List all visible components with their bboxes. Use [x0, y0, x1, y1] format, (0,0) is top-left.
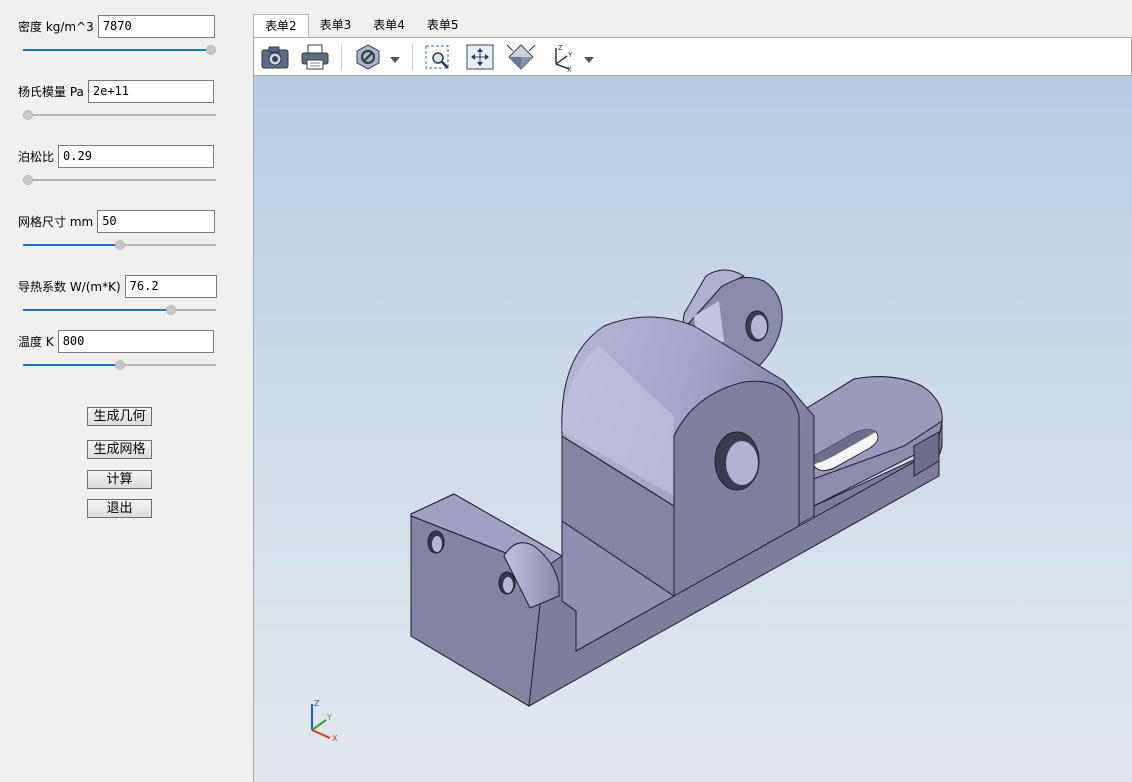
fit-all-icon[interactable] — [464, 42, 496, 72]
mesh-size-input[interactable]: 50 — [97, 210, 216, 233]
exit-button[interactable]: 退出 — [87, 499, 152, 518]
thermal-conductivity-row: 导热系数 W/(m*K) 76.2 — [18, 275, 217, 298]
mesh-size-slider[interactable] — [23, 239, 216, 251]
slider-handle[interactable] — [115, 360, 125, 370]
youngs-modulus-label: 杨氏模量 Pa — [18, 85, 84, 99]
slider-handle[interactable] — [206, 45, 216, 55]
tab-form3[interactable]: 表单3 — [309, 14, 363, 37]
density-row: 密度 kg/m^3 7870 — [18, 15, 215, 38]
thermal-conductivity-slider[interactable] — [23, 304, 216, 316]
triad-z-label: Z — [314, 699, 320, 708]
view-iso-icon[interactable] — [505, 42, 537, 72]
slider-handle[interactable] — [23, 110, 33, 120]
zoom-box-icon[interactable] — [422, 42, 454, 72]
slider-fill — [23, 309, 171, 311]
slider-fill — [23, 244, 120, 246]
thermal-conductivity-label: 导热系数 W/(m*K) — [18, 280, 121, 294]
chevron-down-icon[interactable] — [584, 53, 594, 63]
axis-triad-icon: Z Y X — [311, 699, 338, 743]
tab-bar: 表单2 表单3 表单4 表单5 — [253, 14, 1132, 38]
generate-geometry-button[interactable]: 生成几何 — [87, 407, 152, 426]
density-input[interactable]: 7870 — [97, 15, 215, 38]
app-window: 密度 kg/m^3 7870 杨氏模量 Pa 2e+11 泊松比 0.29 网格… — [0, 0, 1132, 782]
tab-form2[interactable]: 表单2 — [253, 14, 309, 38]
density-label: 密度 kg/m^3 — [18, 20, 94, 34]
parameter-panel: 密度 kg/m^3 7870 杨氏模量 Pa 2e+11 泊松比 0.29 网格… — [0, 0, 253, 782]
svg-text:X: X — [567, 66, 572, 72]
slider-fill — [23, 364, 120, 366]
svg-text:Z: Z — [558, 44, 563, 52]
print-icon[interactable] — [299, 42, 331, 72]
slider-handle[interactable] — [115, 240, 125, 250]
triad-x-label: X — [332, 734, 338, 743]
youngs-modulus-slider[interactable] — [23, 109, 216, 121]
tab-form4[interactable]: 表单4 — [362, 14, 416, 37]
thermal-conductivity-input[interactable]: 76.2 — [124, 275, 217, 298]
3d-viewport[interactable]: Z Y X — [253, 76, 1132, 782]
temperature-row: 温度 K 800 — [18, 330, 214, 353]
axes-orientation-icon[interactable]: Z Y X — [547, 42, 579, 74]
svg-text:Y: Y — [567, 51, 573, 59]
temperature-input[interactable]: 800 — [57, 330, 214, 353]
model-render — [410, 269, 943, 707]
poisson-ratio-row: 泊松比 0.29 — [18, 145, 215, 168]
youngs-modulus-row: 杨氏模量 Pa 2e+11 — [18, 80, 214, 103]
temperature-slider[interactable] — [23, 359, 216, 371]
view-toolbar: Z Y X — [253, 37, 1132, 76]
compute-button[interactable]: 计算 — [87, 470, 152, 489]
temperature-label: 温度 K — [18, 335, 54, 349]
poisson-ratio-input[interactable]: 0.29 — [58, 145, 215, 168]
poisson-ratio-slider[interactable] — [23, 174, 216, 186]
slider-handle[interactable] — [166, 305, 176, 315]
density-slider[interactable] — [23, 44, 216, 56]
generate-mesh-button[interactable]: 生成网格 — [87, 440, 152, 459]
slider-handle[interactable] — [23, 175, 33, 185]
render-mode-icon[interactable] — [352, 42, 384, 72]
triad-y-label: Y — [326, 713, 332, 722]
viewer-panel: 表单2 表单3 表单4 表单5 Z Y X Z Y X — [253, 0, 1132, 782]
mesh-size-row: 网格尺寸 mm 50 — [18, 210, 216, 233]
chevron-down-icon[interactable] — [390, 53, 400, 63]
mesh-size-label: 网格尺寸 mm — [18, 215, 94, 229]
poisson-ratio-label: 泊松比 — [18, 150, 55, 164]
youngs-modulus-input[interactable]: 2e+11 — [87, 80, 214, 103]
camera-icon[interactable] — [259, 42, 291, 72]
tab-form5[interactable]: 表单5 — [416, 14, 470, 37]
slider-fill — [23, 49, 211, 51]
